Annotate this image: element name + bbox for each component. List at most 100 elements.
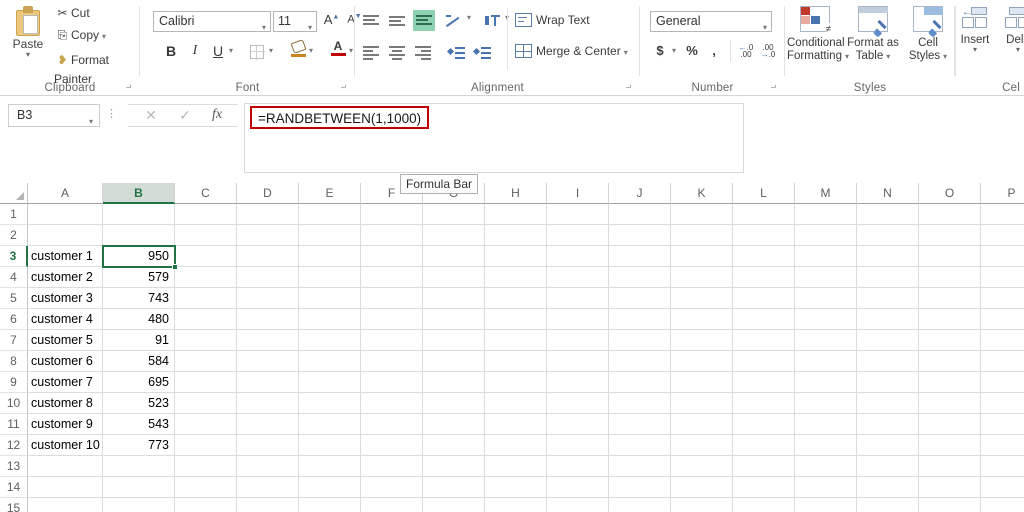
cell-N9[interactable] [857, 372, 919, 393]
cell-O7[interactable] [919, 330, 981, 351]
cell-N11[interactable] [857, 414, 919, 435]
cell-O5[interactable] [919, 288, 981, 309]
cell-O9[interactable] [919, 372, 981, 393]
cell-E12[interactable] [299, 435, 361, 456]
cell-N14[interactable] [857, 477, 919, 498]
cell-L15[interactable] [733, 498, 795, 512]
cell-F8[interactable] [361, 351, 423, 372]
cell-K13[interactable] [671, 456, 733, 477]
spreadsheet-grid[interactable]: ABCDEFGHIJKLMNOP 123456789101112131415 c… [0, 183, 1024, 512]
borders-button[interactable] [248, 43, 266, 60]
cell-M10[interactable] [795, 393, 857, 414]
cell-N15[interactable] [857, 498, 919, 512]
cell-J9[interactable] [609, 372, 671, 393]
cell-J10[interactable] [609, 393, 671, 414]
cell-N4[interactable] [857, 267, 919, 288]
cell-C10[interactable] [175, 393, 237, 414]
cell-C13[interactable] [175, 456, 237, 477]
align-right-button[interactable] [413, 44, 435, 62]
cell-D1[interactable] [237, 204, 299, 225]
cell-A1[interactable] [28, 204, 103, 225]
cell-J2[interactable] [609, 225, 671, 246]
cell-G2[interactable] [423, 225, 485, 246]
format-painter-button[interactable]: ❥ Format Painter [54, 51, 140, 86]
cell-B2[interactable] [103, 225, 175, 246]
conditional-formatting-button[interactable]: ≠ Conditional Formatting ▾ [787, 6, 849, 63]
cell-H8[interactable] [485, 351, 547, 372]
cell-B8[interactable]: 584 [103, 351, 175, 372]
cell-D4[interactable] [237, 267, 299, 288]
cell-A3[interactable]: customer 1 [28, 246, 103, 267]
bottom-align-button[interactable] [413, 10, 435, 31]
cell-L4[interactable] [733, 267, 795, 288]
cell-E15[interactable] [299, 498, 361, 512]
cell-J14[interactable] [609, 477, 671, 498]
cell-F12[interactable] [361, 435, 423, 456]
copy-dropdown-caret[interactable]: ▾ [102, 32, 106, 41]
cell-K12[interactable] [671, 435, 733, 456]
cell-A11[interactable]: customer 9 [28, 414, 103, 435]
currency-format-button[interactable]: $ [652, 43, 668, 58]
cell-L12[interactable] [733, 435, 795, 456]
cell-I7[interactable] [547, 330, 609, 351]
cell-B14[interactable] [103, 477, 175, 498]
cell-L1[interactable] [733, 204, 795, 225]
cell-O6[interactable] [919, 309, 981, 330]
column-header-L[interactable]: L [733, 183, 795, 204]
cell-G7[interactable] [423, 330, 485, 351]
cell-I4[interactable] [547, 267, 609, 288]
cell-P9[interactable] [981, 372, 1024, 393]
cell-H7[interactable] [485, 330, 547, 351]
chevron-down-icon[interactable]: ▾ [89, 111, 93, 132]
cell-M1[interactable] [795, 204, 857, 225]
cell-N8[interactable] [857, 351, 919, 372]
cell-F9[interactable] [361, 372, 423, 393]
cell-C9[interactable] [175, 372, 237, 393]
comma-style-button[interactable]: , [706, 43, 722, 58]
column-header-A[interactable]: A [28, 183, 103, 204]
column-header-D[interactable]: D [237, 183, 299, 204]
cell-C7[interactable] [175, 330, 237, 351]
cell-G14[interactable] [423, 477, 485, 498]
alignment-dialog-launcher[interactable] [623, 81, 634, 92]
enter-formula-button[interactable]: ✓ [170, 107, 200, 124]
cell-J7[interactable] [609, 330, 671, 351]
cell-B13[interactable] [103, 456, 175, 477]
cell-I6[interactable] [547, 309, 609, 330]
cell-M15[interactable] [795, 498, 857, 512]
cell-F3[interactable] [361, 246, 423, 267]
copy-button[interactable]: ⎘ Copy ▾ [54, 26, 106, 45]
row-header-1[interactable]: 1 [0, 204, 28, 225]
orientation-dropdown-caret[interactable]: ▾ [465, 13, 473, 22]
cell-N13[interactable] [857, 456, 919, 477]
cell-J8[interactable] [609, 351, 671, 372]
insert-function-icon[interactable]: fx [202, 107, 232, 123]
cell-O15[interactable] [919, 498, 981, 512]
cell-F5[interactable] [361, 288, 423, 309]
cell-I2[interactable] [547, 225, 609, 246]
cell-G6[interactable] [423, 309, 485, 330]
cell-P14[interactable] [981, 477, 1024, 498]
cell-H6[interactable] [485, 309, 547, 330]
cell-C4[interactable] [175, 267, 237, 288]
currency-dropdown-caret[interactable]: ▾ [670, 46, 678, 55]
cell-L7[interactable] [733, 330, 795, 351]
cell-P3[interactable] [981, 246, 1024, 267]
cell-M4[interactable] [795, 267, 857, 288]
merge-center-button[interactable]: Merge & Center ▾ [515, 41, 628, 61]
cell-E6[interactable] [299, 309, 361, 330]
cell-P2[interactable] [981, 225, 1024, 246]
cell-H10[interactable] [485, 393, 547, 414]
cell-I9[interactable] [547, 372, 609, 393]
cell-L9[interactable] [733, 372, 795, 393]
cell-E5[interactable] [299, 288, 361, 309]
cell-P8[interactable] [981, 351, 1024, 372]
cell-P5[interactable] [981, 288, 1024, 309]
cell-N2[interactable] [857, 225, 919, 246]
cell-A5[interactable]: customer 3 [28, 288, 103, 309]
fill-color-button[interactable] [288, 41, 308, 57]
cell-K7[interactable] [671, 330, 733, 351]
middle-align-button[interactable] [387, 12, 409, 30]
cell-C6[interactable] [175, 309, 237, 330]
cell-L8[interactable] [733, 351, 795, 372]
